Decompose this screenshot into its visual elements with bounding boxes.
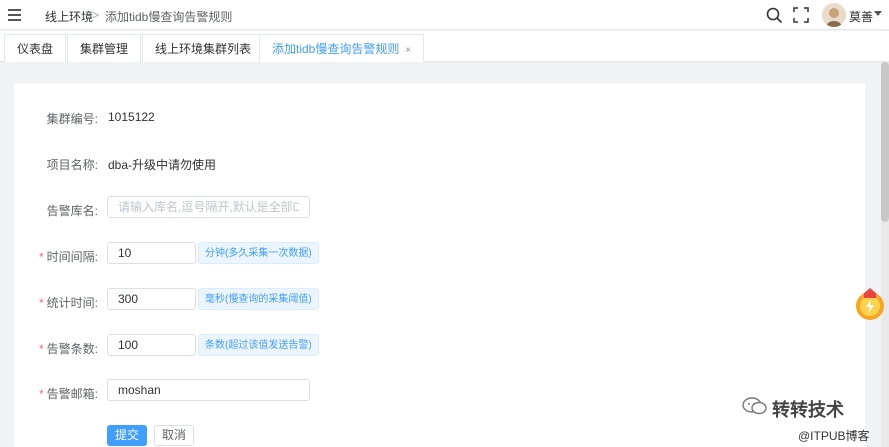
hamburger-icon[interactable] [8,9,21,21]
cluster-id-label: 集群编号: [46,112,98,126]
required-mark: * [38,296,44,310]
stat-time-label: * 统计时间: [14,294,98,311]
required-mark: * [38,342,44,356]
username[interactable]: 莫善 [849,8,873,25]
tab-label: 集群管理 [80,42,129,56]
required-mark: * [38,387,44,401]
avatar[interactable] [822,3,846,27]
assistant-float-icon[interactable] [853,286,887,322]
breadcrumb-home[interactable]: 线上环境 [45,8,93,25]
alert-count-input[interactable] [107,334,196,356]
alert-count-label: * 告警条数: [14,340,98,357]
breadcrumb-current: 添加tidb慢查询告警规则 [105,10,233,24]
tab-label: 仪表盘 [17,42,54,56]
alert-email-input[interactable] [107,379,310,401]
alert-count-hint: 条数(超过该值发送告警) [198,334,319,356]
tab-dashboard[interactable]: 仪表盘 [4,34,67,62]
tags-view: 仪表盘 集群管理 线上环境集群列表 添加tidb慢查询告警规则 × [0,31,889,62]
interval-label-text: 时间间隔: [46,250,98,264]
interval-hint: 分钟(多久采集一次数据) [198,242,319,264]
chevron-down-icon[interactable] [874,11,882,16]
required-mark: * [38,250,44,264]
search-icon[interactable] [765,6,783,24]
project-name-value: dba-升级中请勿使用 [108,158,217,172]
stat-time-input[interactable] [107,288,196,310]
submit-button[interactable]: 提交 [107,425,148,446]
db-name-label: 告警库名: [46,204,98,218]
tab-cluster-management[interactable]: 集群管理 [67,34,142,62]
interval-input[interactable] [107,242,196,264]
top-navbar: 线上环境 > 添加tidb慢查询告警规则 莫善 [0,0,889,30]
stat-time-hint: 毫秒(慢查询的采集阈值) [198,288,319,310]
alert-email-label-text: 告警邮箱: [46,387,98,401]
stat-time-label-text: 统计时间: [46,296,98,310]
tab-add-tidb-slow-query-rule[interactable]: 添加tidb慢查询告警规则 × [259,34,425,62]
close-icon[interactable]: × [405,45,411,56]
cluster-id-value: 1015122 [108,110,155,124]
project-name-label: 项目名称: [46,158,98,172]
tab-label: 添加tidb慢查询告警规则 [272,42,400,56]
watermark-title: 转转技术 [772,400,844,420]
breadcrumb-separator: > [92,8,100,22]
fullscreen-icon[interactable] [792,6,810,24]
tab-online-cluster-list[interactable]: 线上环境集群列表 [142,34,265,62]
cancel-button[interactable]: 取消 [154,425,195,446]
wechat-icon [742,397,767,415]
tab-label: 线上环境集群列表 [155,42,252,56]
scrollbar-thumb[interactable] [881,62,889,222]
db-name-input[interactable] [107,196,310,218]
interval-label: * 时间间隔: [14,248,98,265]
alert-count-label-text: 告警条数: [46,342,98,356]
alert-email-label: * 告警邮箱: [14,385,98,402]
watermark-subtitle: @ITPUB博客 [798,429,870,443]
